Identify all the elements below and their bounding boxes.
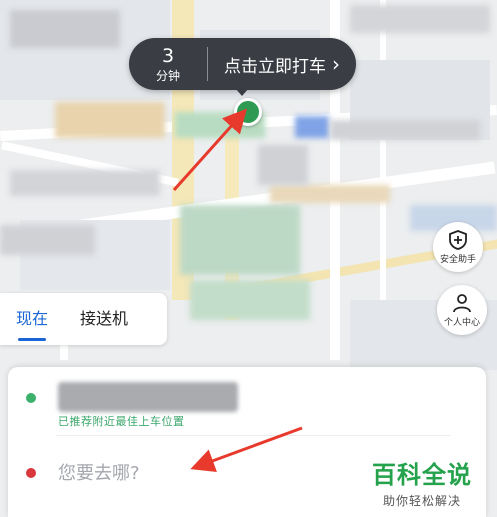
destination-input[interactable]: 您要去哪? [58, 459, 140, 485]
tab-airport-transfer[interactable]: 接送机 [64, 293, 144, 345]
profile-label: 个人中心 [443, 317, 480, 328]
chevron-right-icon: › [332, 52, 340, 76]
destination-dot-icon [26, 468, 36, 478]
pickup-dot-icon [26, 393, 36, 403]
call-car-label: 点击立即打车 [224, 56, 326, 77]
pickup-location-field[interactable] [58, 382, 238, 412]
divider [56, 435, 450, 436]
watermark: 百科全说 助你轻松解决 [372, 455, 472, 509]
eta-pointer [235, 88, 249, 96]
tab-now[interactable]: 现在 [0, 293, 64, 345]
shield-icon [449, 229, 467, 250]
safety-assistant-button[interactable]: 安全助手 [433, 222, 483, 272]
ride-mode-tabs: 现在 接送机 [0, 293, 167, 345]
eta-number: 3 [161, 44, 175, 67]
person-icon [453, 293, 471, 312]
pickup-hint: 已推荐附近最佳上车位置 [58, 415, 185, 428]
watermark-subtitle: 助你轻松解决 [382, 494, 461, 508]
profile-button[interactable]: 个人中心 [437, 285, 487, 335]
call-car-button[interactable]: 3 分钟 点击立即打车 › [129, 38, 356, 90]
safety-assistant-label: 安全助手 [439, 254, 476, 265]
call-car-action: 点击立即打车 › [208, 52, 356, 77]
pickup-pin-icon[interactable] [234, 98, 262, 126]
eta-unit: 分钟 [155, 68, 180, 83]
eta-display: 3 分钟 [129, 44, 207, 83]
watermark-title: 百科全说 [372, 461, 472, 489]
